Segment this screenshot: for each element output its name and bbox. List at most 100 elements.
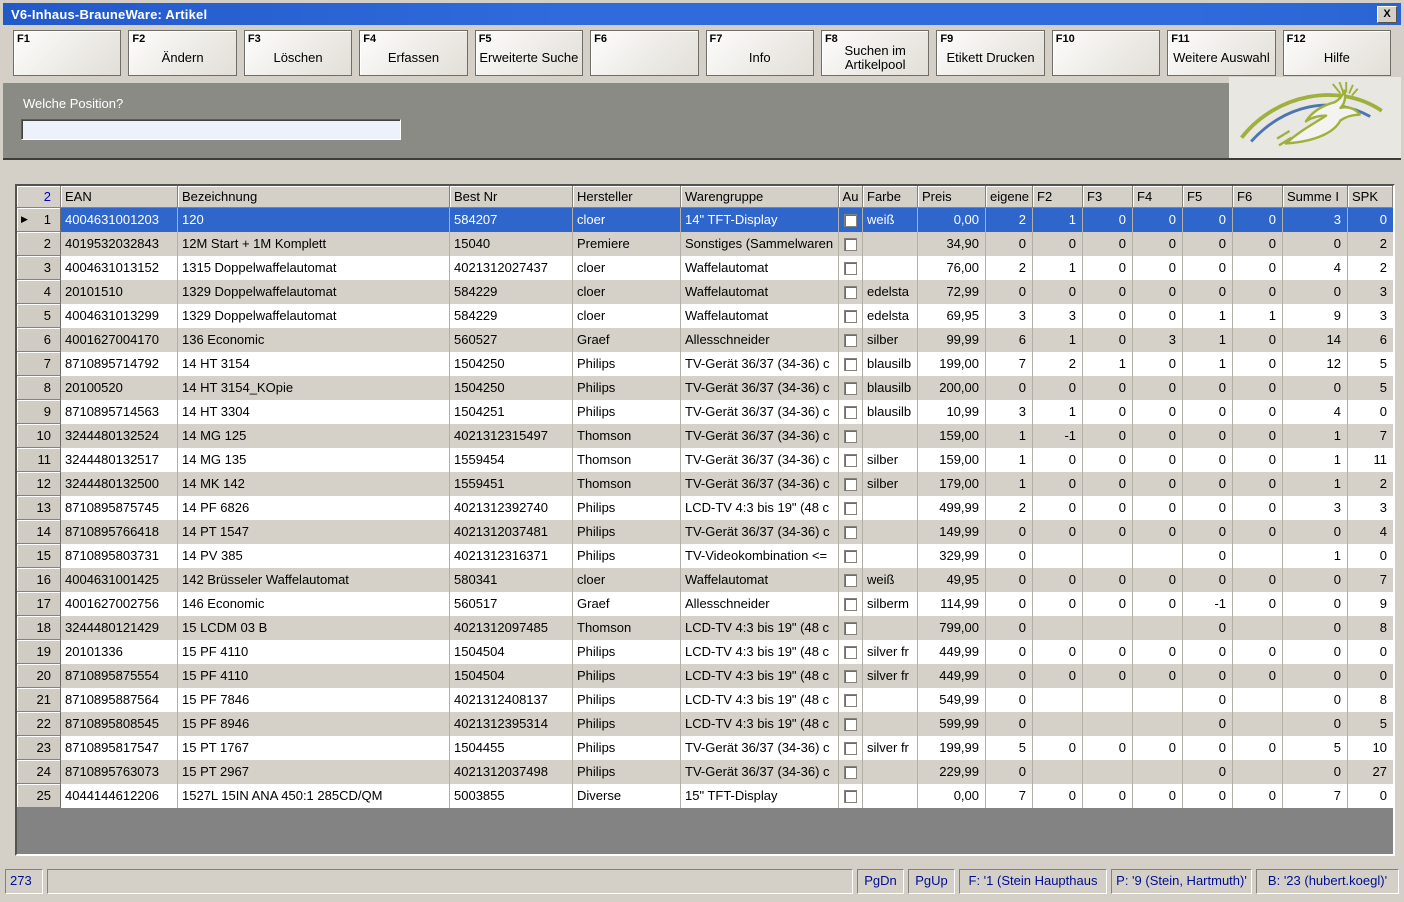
status-pgup[interactable]: PgUp [908, 869, 955, 894]
column-header-ean[interactable]: EAN [61, 186, 178, 208]
row-number-cell[interactable]: 11 [17, 448, 61, 472]
au-checkbox[interactable] [844, 430, 857, 443]
column-header-f6[interactable]: F6 [1233, 186, 1283, 208]
toolbar-button-f11[interactable]: F11 Weitere Auswahl [1167, 30, 1275, 76]
close-button[interactable]: X [1377, 6, 1397, 23]
table-row[interactable]: 21871089588756415 PF 78464021312408137Ph… [17, 688, 1393, 712]
table-row[interactable]: 540046310132991329 Doppelwaffelautomat58… [17, 304, 1393, 328]
column-header-f4[interactable]: F4 [1133, 186, 1183, 208]
toolbar-button-f5[interactable]: F5 Erweiterte Suche [475, 30, 583, 76]
row-number-cell[interactable]: 24 [17, 760, 61, 784]
table-row[interactable]: 9871089571456314 HT 33041504251PhilipsTV… [17, 400, 1393, 424]
au-checkbox[interactable] [844, 358, 857, 371]
toolbar-button-f10[interactable]: F10 [1052, 30, 1160, 76]
table-row[interactable]: 164004631001425142 Brüsseler Waffelautom… [17, 568, 1393, 592]
au-checkbox[interactable] [844, 694, 857, 707]
au-checkbox[interactable] [844, 790, 857, 803]
table-row[interactable]: 192010133615 PF 41101504504PhilipsLCD-TV… [17, 640, 1393, 664]
row-number-cell[interactable]: 15 [17, 544, 61, 568]
table-row[interactable]: 22871089580854515 PF 89464021312395314Ph… [17, 712, 1393, 736]
toolbar-button-f7[interactable]: F7 Info [706, 30, 814, 76]
table-row[interactable]: 15871089580373114 PV 3854021312316371Phi… [17, 544, 1393, 568]
row-number-cell[interactable]: 22 [17, 712, 61, 736]
column-header-best-nr[interactable]: Best Nr [450, 186, 573, 208]
row-number-cell[interactable]: 12 [17, 472, 61, 496]
au-checkbox[interactable] [844, 238, 857, 251]
row-number-cell[interactable]: 13 [17, 496, 61, 520]
toolbar-button-f9[interactable]: F9 Etikett Drucken [936, 30, 1044, 76]
row-number-cell[interactable]: 25 [17, 784, 61, 808]
row-number-cell[interactable]: 4 [17, 280, 61, 304]
au-checkbox[interactable] [844, 382, 857, 395]
toolbar-button-f8[interactable]: F8 Suchen im Artikelpool [821, 30, 929, 76]
row-number-cell[interactable]: 21 [17, 688, 61, 712]
row-number-cell[interactable]: 9 [17, 400, 61, 424]
column-header-preis[interactable]: Preis [918, 186, 986, 208]
row-number-cell[interactable]: ▶1 [17, 208, 61, 232]
au-checkbox[interactable] [844, 766, 857, 779]
row-number-cell[interactable]: 8 [17, 376, 61, 400]
table-row[interactable]: 2401953203284312M Start + 1M Komplett150… [17, 232, 1393, 256]
table-row[interactable]: 340046310131521315 Doppelwaffelautomat40… [17, 256, 1393, 280]
au-checkbox[interactable] [844, 718, 857, 731]
toolbar-button-f12[interactable]: F12 Hilfe [1283, 30, 1391, 76]
row-number-cell[interactable]: 17 [17, 592, 61, 616]
grid-corner-cell[interactable]: 2 [17, 186, 61, 208]
column-header-eigene[interactable]: eigene [986, 186, 1033, 208]
column-header-f2[interactable]: F2 [1033, 186, 1083, 208]
table-row[interactable]: 14871089576641814 PT 15474021312037481Ph… [17, 520, 1393, 544]
column-header-spk[interactable]: SPK [1348, 186, 1393, 208]
table-row[interactable]: 2540441446122061527L 15IN ANA 450:1 285C… [17, 784, 1393, 808]
column-header-f5[interactable]: F5 [1183, 186, 1233, 208]
row-number-cell[interactable]: 2 [17, 232, 61, 256]
search-input[interactable] [21, 119, 401, 140]
table-row[interactable]: 13871089587574514 PF 68264021312392740Ph… [17, 496, 1393, 520]
au-checkbox[interactable] [844, 574, 857, 587]
table-row[interactable]: 174001627002756146 Economic560517GraefAl… [17, 592, 1393, 616]
column-header-warengruppe[interactable]: Warengruppe [681, 186, 839, 208]
table-row[interactable]: 11324448013251714 MG 1351559454ThomsonTV… [17, 448, 1393, 472]
au-checkbox[interactable] [844, 334, 857, 347]
toolbar-button-f3[interactable]: F3 Löschen [244, 30, 352, 76]
au-checkbox[interactable] [844, 262, 857, 275]
table-row[interactable]: 18324448012142915 LCDM 03 B4021312097485… [17, 616, 1393, 640]
au-checkbox[interactable] [844, 622, 857, 635]
row-number-cell[interactable]: 14 [17, 520, 61, 544]
au-checkbox[interactable] [844, 598, 857, 611]
row-number-cell[interactable]: 18 [17, 616, 61, 640]
table-row[interactable]: 10324448013252414 MG 1254021312315497Tho… [17, 424, 1393, 448]
au-checkbox[interactable] [844, 646, 857, 659]
table-row[interactable]: 7871089571479214 HT 31541504250PhilipsTV… [17, 352, 1393, 376]
au-checkbox[interactable] [844, 550, 857, 563]
table-row[interactable]: 23871089581754715 PT 17671504455PhilipsT… [17, 736, 1393, 760]
row-number-cell[interactable]: 10 [17, 424, 61, 448]
au-checkbox[interactable] [844, 526, 857, 539]
row-number-cell[interactable]: 23 [17, 736, 61, 760]
column-header-f3[interactable]: F3 [1083, 186, 1133, 208]
column-header-hersteller[interactable]: Hersteller [573, 186, 681, 208]
status-pgdn[interactable]: PgDn [857, 869, 904, 894]
row-number-cell[interactable]: 16 [17, 568, 61, 592]
row-number-cell[interactable]: 20 [17, 664, 61, 688]
row-number-cell[interactable]: 6 [17, 328, 61, 352]
au-checkbox[interactable] [844, 502, 857, 515]
column-header-au[interactable]: Au [839, 186, 863, 208]
toolbar-button-f2[interactable]: F2 Ändern [128, 30, 236, 76]
table-row[interactable]: 4201015101329 Doppelwaffelautomat584229c… [17, 280, 1393, 304]
au-checkbox[interactable] [844, 670, 857, 683]
au-checkbox[interactable] [844, 742, 857, 755]
au-checkbox[interactable] [844, 286, 857, 299]
column-header-farbe[interactable]: Farbe [863, 186, 918, 208]
row-number-cell[interactable]: 3 [17, 256, 61, 280]
column-header-summe-i[interactable]: Summe I [1283, 186, 1348, 208]
table-row[interactable]: 24871089576307315 PT 29674021312037498Ph… [17, 760, 1393, 784]
au-checkbox[interactable] [844, 310, 857, 323]
table-row[interactable]: 82010052014 HT 3154_KOpie1504250PhilipsT… [17, 376, 1393, 400]
toolbar-button-f4[interactable]: F4 Erfassen [359, 30, 467, 76]
row-number-cell[interactable]: 19 [17, 640, 61, 664]
au-checkbox[interactable] [844, 454, 857, 467]
au-checkbox[interactable] [844, 214, 857, 227]
au-checkbox[interactable] [844, 406, 857, 419]
table-row[interactable]: 64001627004170136 Economic560527GraefAll… [17, 328, 1393, 352]
toolbar-button-f6[interactable]: F6 [590, 30, 698, 76]
